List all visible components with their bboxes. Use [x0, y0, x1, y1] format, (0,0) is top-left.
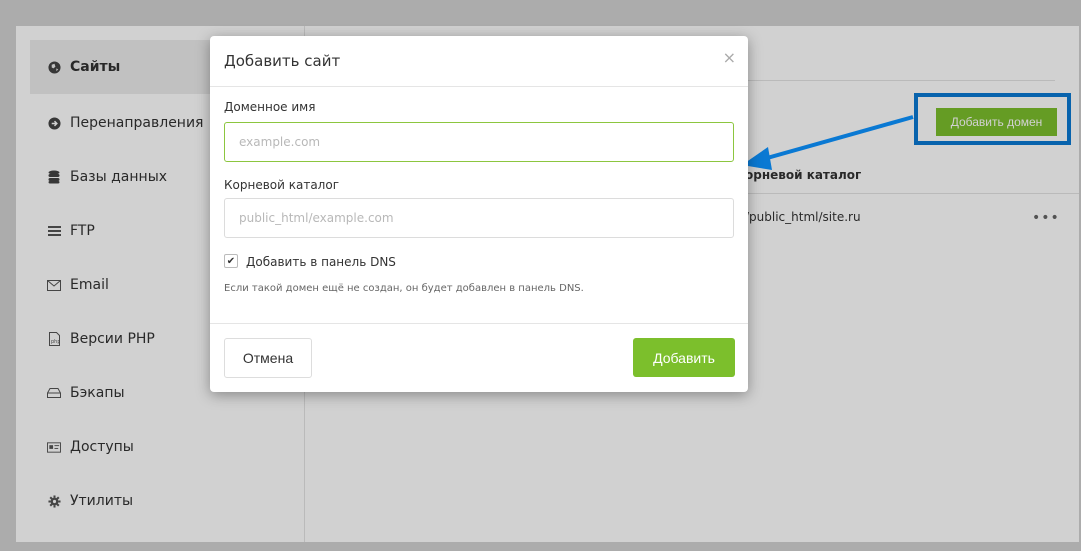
dns-hint: Если такой домен ещё не создан, он будет…: [224, 283, 584, 294]
modal-header: Добавить сайт ×: [210, 36, 748, 87]
cancel-button[interactable]: Отмена: [224, 338, 312, 378]
add-button[interactable]: Добавить: [633, 338, 735, 377]
divider: [210, 323, 748, 324]
domain-label: Доменное имя: [224, 100, 316, 114]
dns-checkbox-label[interactable]: Добавить в панель DNS: [246, 255, 396, 269]
root-dir-label: Корневой каталог: [224, 178, 339, 192]
modal-title: Добавить сайт: [224, 52, 341, 70]
root-dir-input[interactable]: [224, 198, 734, 238]
close-icon[interactable]: ×: [723, 48, 736, 67]
add-site-modal: Добавить сайт × Доменное имя Корневой ка…: [210, 36, 748, 392]
checkmark-icon: ✔: [226, 255, 236, 267]
domain-input[interactable]: [224, 122, 734, 162]
dns-checkbox[interactable]: ✔: [224, 254, 238, 268]
